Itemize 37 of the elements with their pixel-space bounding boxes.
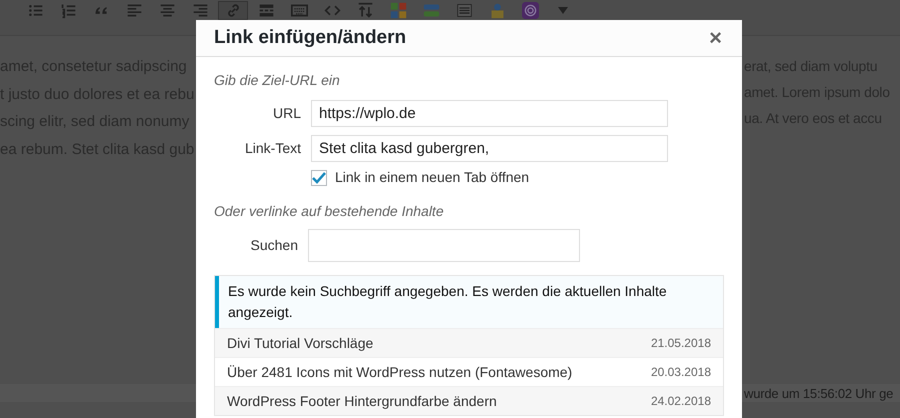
check-icon — [312, 172, 326, 184]
sort-icon — [356, 2, 374, 19]
toolbar-button[interactable] — [218, 1, 248, 20]
caret-icon — [558, 7, 568, 14]
align-right-icon — [192, 2, 208, 19]
result-date: 21.05.2018 — [650, 335, 711, 352]
result-title: Divi Tutorial Vorschläge — [227, 334, 374, 353]
field-label: URL — [272, 104, 301, 123]
close-button[interactable]: × — [707, 27, 724, 49]
color-grid-icon — [390, 2, 406, 19]
search-field[interactable] — [308, 229, 580, 262]
result-date: 24.02.2018 — [650, 393, 711, 410]
dialog-title: Link einfügen/ändern — [214, 26, 406, 50]
list-icon — [26, 2, 44, 19]
result-title: WordPress Footer Hintergrundfarbe ändern — [227, 392, 497, 411]
status-text: wurde um 15:56:02 Uhr ge — [744, 385, 894, 402]
align-center-icon — [158, 2, 176, 19]
result-date: 20.03.2018 — [650, 364, 711, 381]
align-left-icon — [126, 2, 142, 19]
checkbox-label: Link in einem neuen Tab öffnen — [335, 168, 530, 187]
section-heading: Oder verlinke auf bestehende Inhalte — [214, 202, 445, 221]
plugin-icon — [522, 2, 538, 19]
notice-message: Es wurde kein Suchbegriff angegeben. Es werden die aktuellen Inhalte angezeigt. — [215, 276, 723, 328]
field-label: Link-Text — [244, 139, 301, 158]
section-heading: Gib die Ziel-URL ein — [214, 71, 341, 90]
result-item[interactable]: Divi Tutorial Vorschläge 21.05.2018 — [215, 328, 723, 357]
numbered-list-icon — [60, 2, 76, 19]
input-field[interactable]: https://wplo.de — [311, 100, 668, 127]
input-field[interactable]: Stet clita kasd gubergren, — [311, 135, 668, 162]
field-label: Suchen — [250, 236, 298, 255]
result-item[interactable]: WordPress Footer Hintergrundfarbe ändern 24.02.2018 — [215, 386, 723, 415]
keyboard-icon — [290, 2, 308, 19]
result-title: Über 2481 Icons mit WordPress nutzen (Fontawesome) — [227, 362, 572, 382]
user-lock-icon — [488, 2, 506, 19]
bars-icon — [422, 2, 440, 19]
checkbox[interactable] — [311, 170, 327, 186]
read-more-icon — [258, 2, 274, 19]
